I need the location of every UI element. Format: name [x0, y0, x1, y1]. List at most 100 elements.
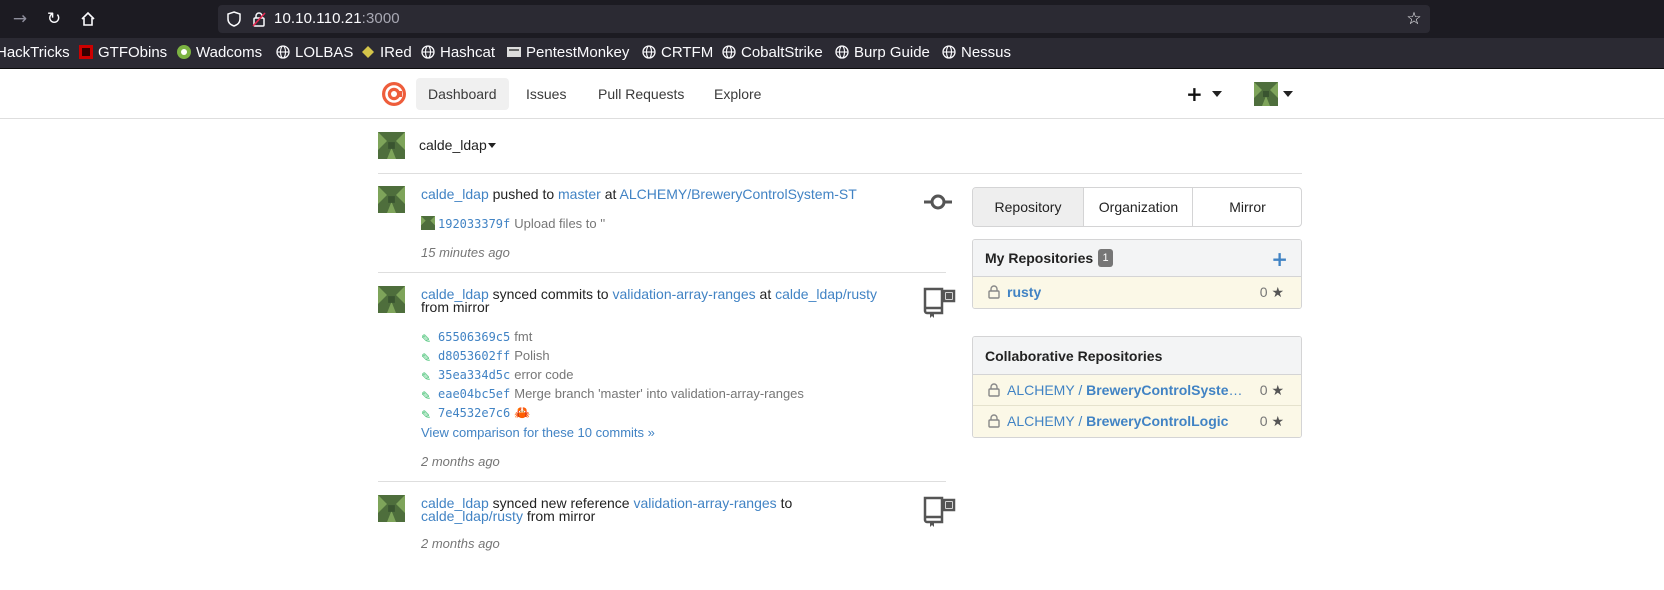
nav-pull-requests[interactable]: Pull Requests — [586, 78, 696, 110]
commit-sha-link[interactable]: 65506369c5 — [438, 330, 510, 344]
bookmark-star-icon[interactable]: ☆ — [1404, 9, 1424, 29]
bookmark-label: Hashcat — [440, 44, 496, 61]
commit-sha-link[interactable]: d8053602ff — [438, 349, 510, 363]
feed-title: calde_ldap synced new reference validati… — [421, 495, 891, 524]
bookmark-hashcat[interactable]: Hashcat — [421, 44, 495, 64]
feed-item: calde_ldap pushed to master at ALCHEMY/B… — [378, 186, 952, 272]
repo-name-link[interactable]: ALCHEMY / BreweryControlLogic — [1007, 413, 1228, 429]
repo-list-item[interactable]: ALCHEMY / BreweryControlSystem-ST 0 ★ — [973, 375, 1301, 406]
commit-message: error code — [514, 367, 574, 382]
gitea-logo-icon[interactable] — [381, 81, 407, 107]
feed-repo-link[interactable]: calde_ldap/rusty — [775, 286, 877, 302]
feed-action: synced commits to — [492, 286, 609, 302]
bookmark-label: CRTFM — [661, 44, 714, 61]
reload-icon[interactable]: ↻ — [43, 8, 65, 30]
home-icon[interactable] — [77, 8, 99, 30]
feed-ref-link[interactable]: validation-array-ranges — [612, 286, 755, 302]
tab-organization[interactable]: Organization — [1083, 188, 1193, 226]
url-host: 10.10.110.21 — [274, 10, 362, 27]
bookmark-label: Wadcoms — [196, 44, 263, 61]
commit-avatar-icon: ✎ — [421, 351, 432, 365]
new-repo-plus-icon[interactable]: + — [1271, 247, 1288, 271]
wadcoms-icon — [177, 45, 191, 59]
bookmark-crtfm[interactable]: CRTFM — [642, 44, 713, 64]
tab-mirror[interactable]: Mirror — [1192, 188, 1301, 226]
create-dropdown-caret-icon[interactable] — [1212, 91, 1222, 97]
feed-avatar[interactable] — [378, 186, 405, 213]
mirror-repo-icon — [923, 496, 956, 527]
bookmark-nessus[interactable]: Nessus — [942, 44, 1011, 64]
commit-icon — [924, 194, 952, 210]
bookmark-label: Nessus — [961, 44, 1012, 61]
repo-name-link[interactable]: rusty — [1007, 284, 1041, 300]
commit-sha-link[interactable]: 192033379f — [438, 217, 510, 231]
bookmark-lolbas[interactable]: LOLBAS — [276, 44, 353, 64]
bookmark-gtfobins[interactable]: GTFObins — [79, 44, 167, 64]
plus-icon[interactable]: + — [1186, 82, 1203, 106]
bookmark-cobaltstrike[interactable]: CobaltStrike — [722, 44, 823, 64]
repo-list-item[interactable]: ALCHEMY / BreweryControlLogic 0 ★ — [973, 406, 1301, 437]
globe-icon — [835, 45, 849, 59]
context-user-name[interactable]: calde_ldap — [419, 137, 487, 153]
globe-icon — [722, 45, 736, 59]
commit-avatar-icon: ✎ — [421, 408, 432, 422]
feed-connector: at — [759, 286, 772, 302]
commit-message: 🦀 — [514, 405, 531, 420]
repo-name: BreweryControlSystem-ST — [1086, 382, 1247, 398]
bookmark-burp-guide[interactable]: Burp Guide — [835, 44, 930, 64]
nav-dashboard[interactable]: Dashboard — [416, 78, 509, 110]
repo-name-link[interactable]: ALCHEMY / BreweryControlSystem-ST — [1007, 382, 1247, 398]
feed-ref-link[interactable]: validation-array-ranges — [633, 495, 776, 511]
forward-icon[interactable]: → — [9, 8, 31, 30]
feed-avatar[interactable] — [378, 286, 405, 313]
address-bar[interactable]: 10.10.110.21:3000 ☆ — [218, 5, 1430, 33]
commit-sha-link[interactable]: 7e4532e7c6 — [438, 406, 510, 420]
commit-message: Upload files to '' — [514, 216, 606, 231]
commit-row: ✎ 7e4532e7c6 🦀 — [421, 405, 531, 422]
feed-repo-link[interactable]: calde_ldap/rusty — [421, 508, 523, 524]
feed-item: calde_ldap synced new reference validati… — [378, 495, 956, 590]
context-switcher[interactable]: calde_ldap — [378, 132, 1302, 174]
star-icon: ★ — [1271, 413, 1284, 429]
bookmark-pentestmonkey[interactable]: PentestMonkey — [507, 44, 629, 64]
feed-ref-link[interactable]: master — [558, 186, 601, 202]
user-avatar[interactable] — [1254, 82, 1278, 106]
view-comparison-link[interactable]: View comparison for these 10 commits » — [421, 425, 655, 440]
feed-time: 2 months ago — [421, 454, 500, 469]
commit-sha-link[interactable]: 35ea334d5c — [438, 368, 510, 382]
my-repositories-box: My Repositories 1 + rusty 0 ★ — [972, 239, 1302, 309]
star-count: 0 — [1259, 413, 1268, 429]
star-icon: ★ — [1271, 382, 1284, 398]
commit-avatar-icon: ✎ — [421, 332, 432, 346]
repo-list-item[interactable]: rusty 0 ★ — [973, 277, 1301, 308]
user-menu-caret-icon[interactable] — [1283, 91, 1293, 97]
url-text[interactable]: 10.10.110.21:3000 — [274, 10, 400, 27]
globe-icon — [642, 45, 656, 59]
star-count: 0 — [1259, 284, 1268, 300]
feed-time: 15 minutes ago — [421, 245, 510, 260]
commit-avatar — [421, 216, 435, 230]
feed-user-link[interactable]: calde_ldap — [421, 186, 489, 202]
repo-owner: ALCHEMY / — [1007, 382, 1087, 398]
lock-icon — [988, 414, 1000, 428]
tab-repository[interactable]: Repository — [973, 188, 1083, 226]
nav-explore[interactable]: Explore — [702, 78, 773, 110]
feed-repo-link[interactable]: ALCHEMY/BreweryControlSystem-ST — [620, 186, 857, 202]
feed-avatar[interactable] — [378, 495, 405, 522]
insecure-lock-icon[interactable] — [252, 11, 266, 27]
commit-row: 192033379f Upload files to '' — [421, 216, 605, 232]
commit-sha-link[interactable]: eae04bc5ef — [438, 387, 510, 401]
tracking-shield-icon[interactable] — [226, 11, 242, 27]
feed-action: pushed to — [492, 186, 555, 202]
commit-row: ✎ d8053602ff Polish — [421, 348, 550, 365]
repo-stars: 0 ★ — [1260, 413, 1284, 430]
nav-issues[interactable]: Issues — [514, 78, 578, 110]
star-count: 0 — [1259, 382, 1268, 398]
context-caret-icon[interactable] — [488, 143, 496, 148]
repo-name: rusty — [1007, 284, 1042, 300]
bookmark-ired[interactable]: IRed — [361, 44, 412, 64]
star-icon: ★ — [1271, 284, 1284, 300]
pentestmonkey-icon — [507, 47, 521, 57]
bookmark-wadcoms[interactable]: Wadcoms — [177, 44, 262, 64]
bookmark-hacktricks[interactable]: HackTricks — [0, 44, 70, 64]
